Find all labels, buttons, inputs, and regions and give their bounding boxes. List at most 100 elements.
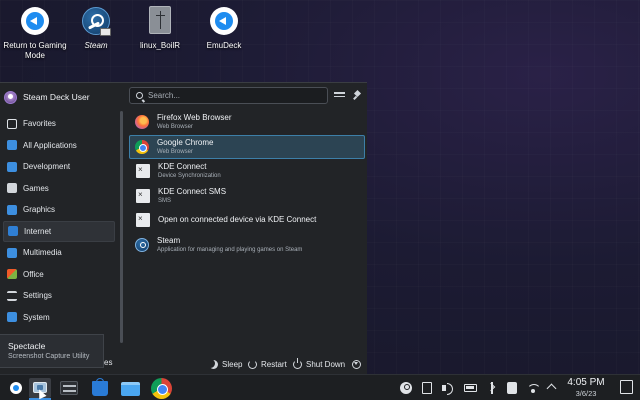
desktop-icon-label: Steam [84,41,108,50]
battery-icon[interactable] [464,384,477,392]
bookmark-icon [7,118,17,129]
clipboard-icon[interactable] [422,382,432,394]
restart-icon [248,359,257,369]
category-label: Favorites [23,119,56,129]
user-name: Steam Deck User [23,92,90,102]
desktop-icon-linux-boilr[interactable]: linux_BoilR [128,4,192,51]
app-title: Open on connected device via KDE Connect [158,215,317,225]
tooltip-title: Spectacle [8,341,46,351]
moon-icon [209,360,218,369]
shutdown-button[interactable]: Shut Down [293,357,346,370]
category-all-applications[interactable]: All Applications [3,135,115,157]
app-item-firefox[interactable]: Firefox Web Browser Web Browser [129,110,365,135]
launcher-sidebar: Steam Deck User Favorites All Applicatio… [0,83,125,353]
restart-label: Restart [261,359,287,369]
category-multimedia[interactable]: Multimedia [3,242,115,264]
sidebar-scrollbar[interactable] [120,111,123,343]
search-box[interactable] [129,87,328,104]
file-icon [149,6,171,34]
app-title: KDE Connect SMS [158,186,227,196]
shutdown-label: Shut Down [306,359,346,369]
category-system[interactable]: System [3,307,115,329]
app-title: KDE Connect [158,162,207,172]
category-development[interactable]: Development [3,156,115,178]
app-item-google-chrome[interactable]: Google Chrome Web Browser [129,134,365,159]
category-office[interactable]: Office [3,264,115,286]
taskbar: 4:05 PM 3/6/23 [0,374,640,400]
app-item-kde-connect[interactable]: KDE ConnectDevice Synchronization [129,159,365,184]
search-input[interactable] [148,91,318,100]
category-label: Graphics [23,205,56,215]
taskbar-file-manager[interactable] [119,378,141,398]
category-settings[interactable]: Settings [3,285,115,307]
volume-icon[interactable] [442,382,454,395]
app-item-steam[interactable]: Steam Application for managing and playin… [129,233,365,258]
application-launcher-button[interactable] [5,378,27,398]
kde-connect-icon [136,164,150,179]
app-subtitle: Device Synchronization [158,173,221,180]
graphics-icon [7,204,17,215]
folder-icon [121,382,140,396]
app-title: Google Chrome [157,137,214,147]
app-list: Firefox Web Browser Web Browser Google Ch… [129,110,365,257]
kde-connect-open-icon [136,213,150,228]
app-item-open-on-device[interactable]: Open on connected device via KDE Connect [129,208,365,233]
chevron-up-icon[interactable] [546,383,557,394]
category-games[interactable]: Games [3,178,115,200]
steam-icon [82,7,111,36]
category-label: Internet [24,226,52,236]
clock-date: 3/6/23 [575,389,597,398]
app-item-kde-connect-sms[interactable]: KDE Connect SMSSMS [129,184,365,209]
grid-icon [7,140,17,151]
app-title: Firefox Web Browser [157,113,232,123]
taskbar-google-chrome[interactable] [150,378,172,399]
discover-icon [92,378,108,396]
steam-icon [135,237,149,252]
category-favorites[interactable]: Favorites [3,113,115,135]
tooltip-subtitle: Screenshot Capture Utility [8,353,90,360]
taskbar-discover[interactable] [89,378,111,398]
user-row[interactable]: Steam Deck User [4,88,90,106]
desktop-icon-label: linux_BoilR [139,41,181,50]
category-label: All Applications [23,140,77,150]
desktop-icon-steam[interactable]: Steam [64,4,128,51]
multimedia-icon [7,247,17,258]
app-title: Steam [157,235,181,245]
category-label: Development [23,162,71,172]
configure-button[interactable] [334,90,345,101]
restart-button[interactable]: Restart [248,358,287,370]
category-list: Favorites All Applications Development G… [3,113,115,328]
more-options-button[interactable] [352,358,361,370]
power-icon [293,357,302,369]
system-icon [7,312,17,323]
app-subtitle: Application for managing and playing gam… [157,246,303,253]
app-subtitle: SMS [158,197,172,204]
wifi-icon[interactable] [527,382,541,394]
show-desktop-icon[interactable] [620,380,633,394]
application-launcher: Steam Deck User Favorites All Applicatio… [0,82,367,374]
taskbar-system-settings[interactable] [58,378,80,398]
desktop-icon-emudeck[interactable]: EmuDeck [192,4,256,51]
development-icon [7,161,17,172]
steam-tray-icon[interactable] [400,382,412,394]
category-graphics[interactable]: Graphics [3,199,115,221]
clock-time: 4:05 PM [567,377,605,388]
category-label: System [23,312,50,322]
app-subtitle: Web Browser [157,124,193,131]
device-icon[interactable] [507,382,517,394]
clock[interactable]: 4:05 PM 3/6/23 [566,377,606,398]
settings-icon [7,290,17,301]
sleep-label: Sleep [222,359,243,369]
category-label: Multimedia [23,248,62,258]
desktop-icon-return-to-gaming-mode[interactable]: Return to Gaming Mode [3,4,67,61]
chrome-icon [135,139,149,154]
kde-connect-sms-icon [136,188,150,203]
pin-button[interactable] [352,90,363,101]
sleep-button[interactable]: Sleep [209,358,242,370]
firefox-icon [135,115,149,130]
category-internet[interactable]: Internet [3,220,115,242]
app-subtitle: Web Browser [157,148,193,155]
avatar [4,90,17,104]
steamos-logo-icon [10,382,22,394]
bluetooth-icon[interactable] [486,382,498,394]
